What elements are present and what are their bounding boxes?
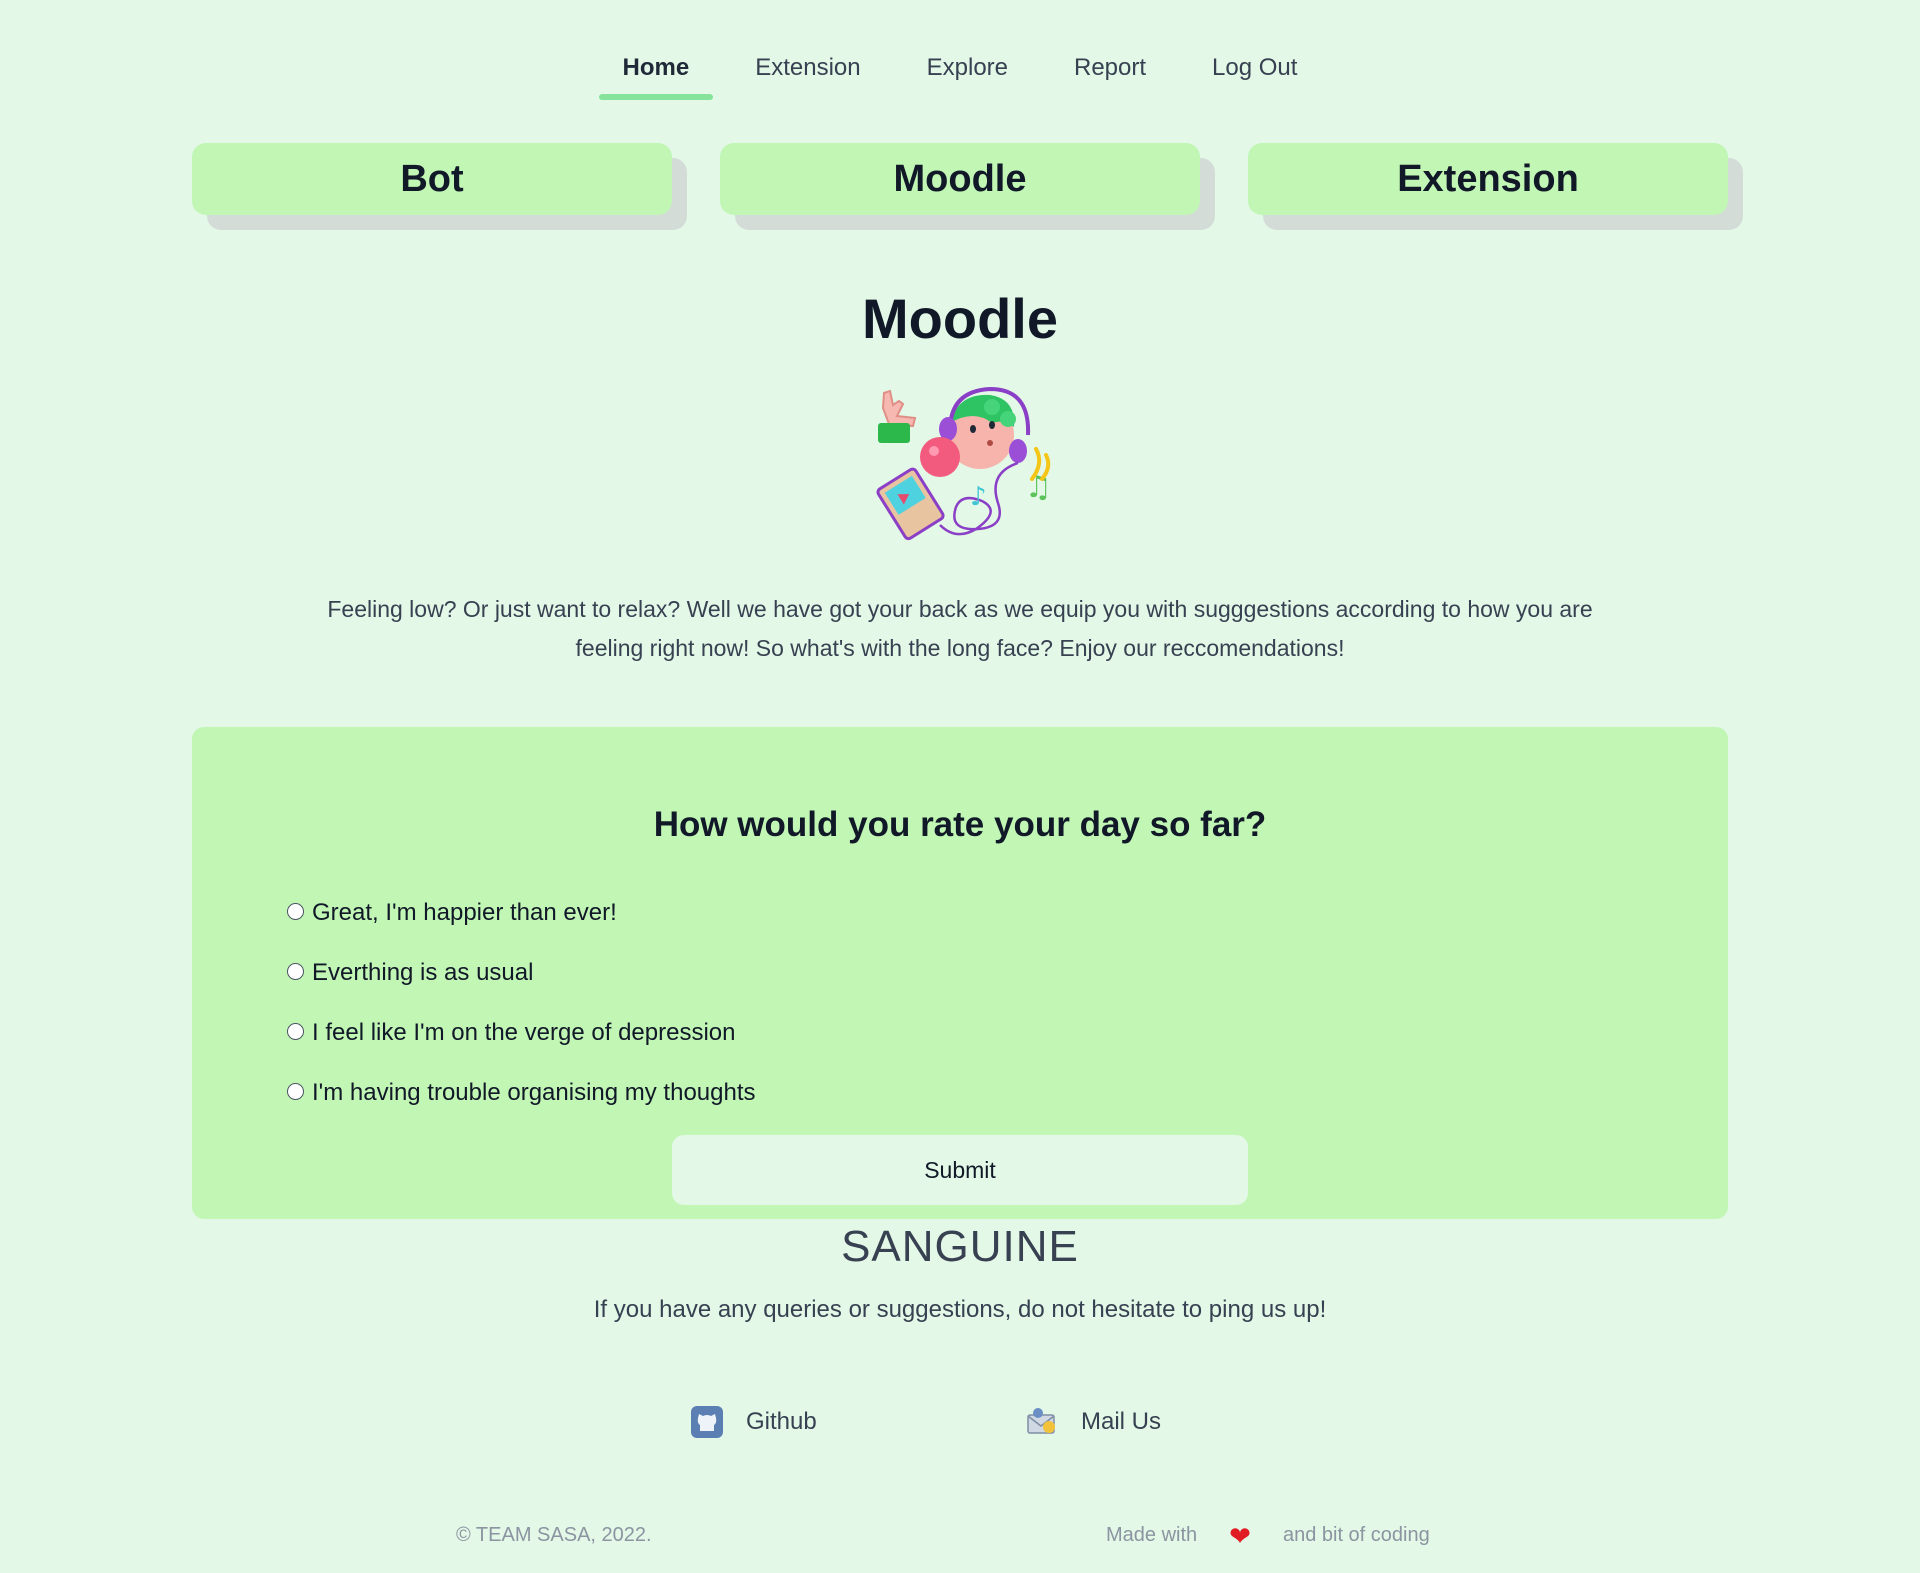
radio-button[interactable] [287,962,304,980]
survey-question: How would you rate your day so far? [653,805,1267,844]
mail-icon [1027,1408,1055,1434]
nav-report[interactable]: Report [1050,40,1170,100]
mail-label: Mail Us [1081,1408,1162,1435]
moodle-card-label[interactable]: Moodle [720,143,1200,215]
nav-logout[interactable]: Log Out [1188,40,1321,100]
github-icon [691,1406,723,1438]
bot-card-label[interactable]: Bot [192,143,672,215]
girl-listening-music-illustration: ♫ ♪ [870,385,1060,555]
radio-button[interactable] [287,1082,304,1100]
made-with-text: Made with ❤ and bit of coding [1106,1520,1430,1551]
nav-home[interactable]: Home [598,40,714,100]
option-great[interactable]: Great, I'm happier than ever! [287,899,617,927]
option-label: Everthing is as usual [312,959,534,986]
extension-card-label[interactable]: Extension [1248,143,1728,215]
svg-text:♪: ♪ [970,482,987,512]
footer-brand: SANGUINE [841,1222,1079,1271]
nav-explore[interactable]: Explore [903,40,1032,100]
option-depression[interactable]: I feel like I'm on the verge of depressi… [287,1019,735,1047]
extension-card[interactable]: Extension [1248,143,1743,230]
page-title: Moodle [862,287,1058,350]
github-link[interactable]: Github [690,1405,817,1439]
contact-text: If you have any queries or suggestions, … [593,1296,1327,1323]
bot-card[interactable]: Bot [192,143,687,230]
option-trouble[interactable]: I'm having trouble organising my thought… [287,1079,756,1107]
github-label: Github [746,1408,817,1435]
mail-link[interactable]: Mail Us [1025,1405,1161,1439]
copyright-text: © TEAM SASA, 2022. [456,1524,652,1546]
option-usual[interactable]: Everthing is as usual [287,959,533,987]
mood-survey-form: How would you rate your day so far? Grea… [192,727,1728,1219]
option-label: Great, I'm happier than ever! [312,899,617,926]
svg-text:♫: ♫ [1025,470,1052,505]
option-label: I feel like I'm on the verge of depressi… [312,1019,736,1046]
coding-label: and bit of coding [1282,1524,1430,1546]
radio-button[interactable] [287,902,304,920]
intro-text: Feeling low? Or just want to relax? Well… [327,596,1593,661]
made-with-label: Made with [1106,1524,1198,1546]
radio-button[interactable] [287,1022,304,1040]
heart-icon: ❤ [1229,1520,1251,1551]
option-label: I'm having trouble organising my thought… [312,1079,756,1106]
moodle-card[interactable]: Moodle [720,143,1215,230]
submit-button[interactable]: Submit [672,1135,1248,1205]
nav-extension[interactable]: Extension [731,40,884,100]
feature-cards: Bot Moodle Extension [192,143,1743,230]
top-nav: Home Extension Explore Report Log Out [0,40,1920,100]
